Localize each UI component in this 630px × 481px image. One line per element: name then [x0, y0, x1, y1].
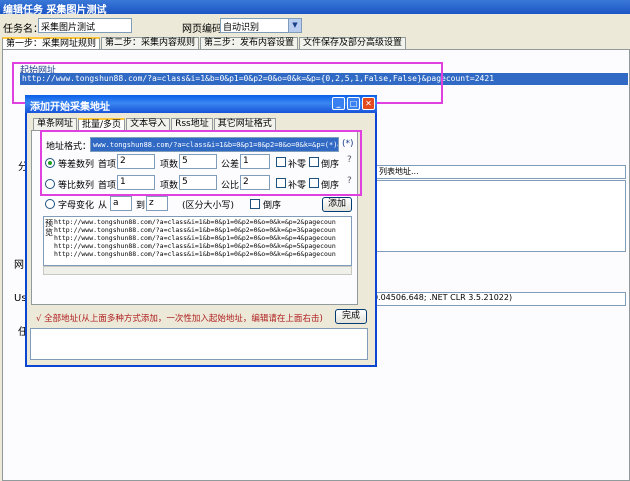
letters-radio[interactable] [45, 199, 55, 209]
letters-to-label: 到 [136, 201, 146, 211]
list-address-field[interactable]: 列表地址... [376, 165, 626, 179]
dtab-text-import[interactable]: 文本导入 [126, 118, 171, 130]
dialog-titlebar: 添加开始采集地址 _ □ ✕ [25, 95, 377, 113]
letters-from-input[interactable]: a [110, 196, 132, 211]
minimize-icon[interactable]: _ [332, 97, 345, 110]
dtab-rss[interactable]: Rss地址 [171, 118, 213, 130]
sequence-highlight [40, 130, 362, 196]
encoding-select-value: 自动识别 [223, 23, 260, 33]
finish-button[interactable]: 完成 [335, 309, 367, 324]
task-name-label: 任务名： [3, 24, 43, 35]
letters-reverse-checkbox[interactable] [250, 199, 260, 209]
encoding-select[interactable]: 自动识别 ▼ [220, 18, 302, 33]
task-name-input[interactable]: 采集图片测试 [38, 18, 132, 33]
list-address-label: 列表地址... [379, 167, 419, 176]
letters-to-input[interactable]: z [146, 196, 168, 211]
letters-from-label: 从 [98, 201, 108, 211]
tab-publish-settings[interactable]: 第三步：发布内容设置 [200, 37, 299, 49]
dtab-other-format[interactable]: 其它网址格式 [213, 118, 276, 130]
list-address-area[interactable] [376, 180, 626, 252]
dialog-title: 添加开始采集地址 [30, 102, 110, 113]
list-item: http://www.tongshun88.com/?a=class&i=1&b… [54, 234, 336, 242]
all-addresses-area[interactable] [30, 328, 368, 360]
preview-scrollbar[interactable] [43, 266, 352, 275]
tab-file-save-settings[interactable]: 文件保存及部分高级设置 [299, 37, 407, 49]
window-title: 编辑任务 采集图片测试 [0, 0, 630, 16]
bg-label-w: 网 [14, 260, 24, 271]
list-item: http://www.tongshun88.com/?a=class&i=1&b… [54, 218, 336, 226]
tab-content-rules[interactable]: 第二步：采集内容规则 [101, 37, 200, 49]
dtab-single-url[interactable]: 单条网址 [33, 118, 78, 130]
letters-label: 字母变化 [58, 201, 95, 211]
letters-reverse-label: 倒序 [263, 201, 282, 211]
list-item: http://www.tongshun88.com/?a=class&i=1&b… [54, 250, 336, 258]
close-icon[interactable]: ✕ [362, 97, 375, 110]
list-item: http://www.tongshun88.com/?a=class&i=1&b… [54, 242, 336, 250]
chevron-down-icon[interactable]: ▼ [288, 19, 301, 32]
all-addresses-note: √ 全部地址(从上面多种方式添加，一次性加入起始地址，编辑请在上面右击) [36, 314, 323, 324]
add-button[interactable]: 添加 [322, 197, 352, 212]
list-item: http://www.tongshun88.com/?a=class&i=1&b… [54, 226, 336, 234]
preview-label: 预览 [45, 219, 53, 237]
maximize-icon[interactable]: □ [347, 97, 360, 110]
letters-case-label: (区分大小写) [182, 201, 235, 211]
preview-list[interactable]: http://www.tongshun88.com/?a=class&i=1&b… [43, 216, 352, 266]
